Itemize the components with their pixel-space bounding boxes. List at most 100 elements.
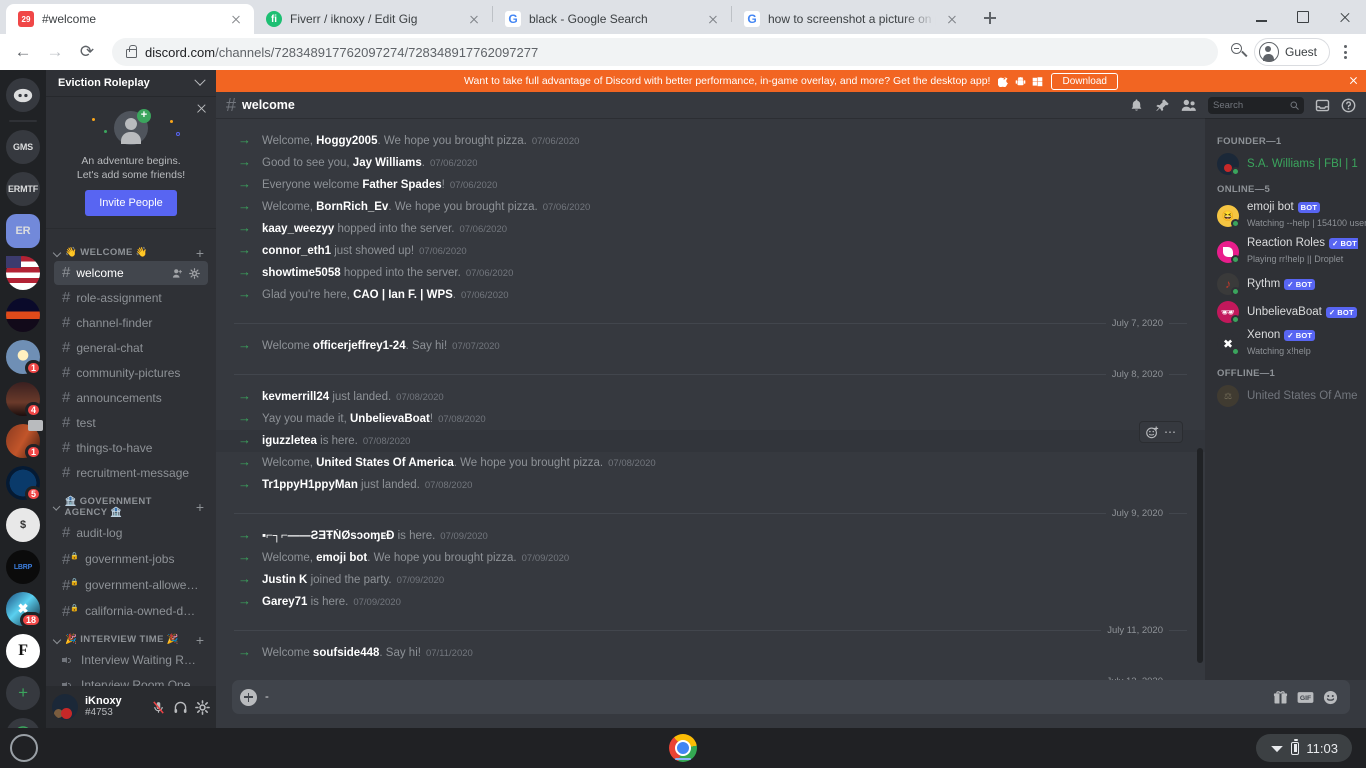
tab-close-icon[interactable] — [705, 11, 721, 27]
invite-people-button[interactable]: Invite People — [85, 190, 177, 216]
category-interview-time[interactable]: 🎉 INTERVIEW TIME 🎉 + — [46, 624, 216, 647]
guild-lspd[interactable]: 1 — [6, 340, 42, 376]
guild-x-art[interactable]: ✖ 18 — [6, 592, 42, 628]
message-username[interactable]: showtime5058 — [262, 267, 341, 279]
reload-icon[interactable]: ⟳ — [72, 37, 102, 67]
guild-money[interactable]: $ — [6, 508, 40, 542]
category-welcome[interactable]: 👋 WELCOME 👋 + — [46, 237, 216, 260]
message-input-value[interactable]: - — [265, 691, 1265, 703]
gif-icon[interactable]: GIF — [1297, 691, 1314, 704]
channel-government-allowed-vehicles[interactable]: #🔒 government-allowed-veh... — [54, 572, 208, 597]
scrollbar-thumb[interactable] — [1197, 448, 1203, 663]
create-channel-icon[interactable]: + — [196, 633, 208, 647]
create-channel-icon[interactable]: + — [196, 500, 208, 514]
message-username[interactable]: soufside448 — [313, 647, 379, 659]
tab-close-icon[interactable] — [466, 11, 482, 27]
channel-channel-finder[interactable]: # channel-finder — [54, 311, 208, 335]
channel-government-jobs[interactable]: #🔒 government-jobs — [54, 546, 208, 571]
tab-close-icon[interactable] — [228, 11, 244, 27]
message-username[interactable]: Tr1ppyH1ppyMan — [262, 479, 358, 491]
message-username[interactable]: Garey71 — [262, 596, 307, 608]
channel-test[interactable]: # test — [54, 411, 208, 435]
message-username[interactable]: Father Spades — [362, 179, 441, 191]
member-row[interactable]: 😆 emoji bot BOT Watching --help | 154100 … — [1205, 198, 1366, 234]
inbox-icon[interactable] — [1315, 98, 1330, 113]
browser-tab-google-screenshot[interactable]: G how to screenshot a picture on p — [732, 4, 970, 34]
new-tab-icon[interactable] — [976, 4, 1004, 32]
download-button[interactable]: Download — [1051, 72, 1118, 90]
member-row[interactable]: ♪ Rythm ✓ BOT — [1205, 270, 1366, 298]
browser-tab-fiverr[interactable]: fi Fiverr / iknoxy / Edit Gig — [254, 4, 492, 34]
guild-gms[interactable]: GMS — [6, 130, 40, 164]
forward-arrow-icon[interactable]: → — [40, 37, 70, 67]
help-icon[interactable] — [1341, 98, 1356, 113]
system-tray[interactable]: 11:03 — [1256, 734, 1352, 762]
message-username[interactable]: Hoggy2005 — [316, 135, 377, 147]
channel-california-owned-dealerships[interactable]: #🔒 california-owned-dealers... — [54, 598, 208, 623]
guild-f[interactable]: F — [6, 634, 40, 668]
category-government-agency[interactable]: 🏦 GOVERNMENT AGENCY 🏦 + — [46, 486, 216, 520]
guild-home-discord[interactable] — [6, 78, 40, 112]
guild-usa-flag[interactable] — [6, 256, 40, 290]
upload-attachment-icon[interactable] — [240, 688, 257, 706]
close-icon[interactable] — [1349, 76, 1358, 85]
guild-dark-art[interactable]: 4 — [6, 382, 42, 418]
invite-member-icon[interactable] — [172, 268, 183, 279]
channel-interview-room-one[interactable]: Interview Room One — [54, 673, 208, 686]
profile-chip[interactable]: Guest — [1253, 38, 1330, 66]
bell-icon[interactable] — [1129, 98, 1144, 113]
channel-things-to-have[interactable]: # things-to-have — [54, 436, 208, 460]
message-username[interactable]: United States Of America — [316, 457, 454, 469]
member-row[interactable]: S.A. Williams | FBI | 1E... — [1205, 150, 1366, 178]
close-icon[interactable] — [1324, 0, 1366, 34]
browser-tab-discord[interactable]: 29 #welcome — [6, 4, 254, 34]
message-username[interactable]: Jay Williams — [353, 157, 422, 169]
message-username[interactable]: connor_eth1 — [262, 245, 331, 257]
gear-icon[interactable] — [195, 699, 210, 715]
message-username[interactable]: UnbelievaBoat — [350, 413, 430, 425]
pin-icon[interactable] — [1155, 98, 1170, 113]
kebab-menu-icon[interactable] — [1332, 37, 1358, 67]
guild-er-selected[interactable]: ER — [6, 214, 40, 248]
tab-close-icon[interactable] — [944, 11, 960, 27]
message-username[interactable]: kevmerrill24 — [262, 391, 329, 403]
message-username[interactable]: iguzzletea — [262, 435, 317, 447]
message-input[interactable]: - GIF — [232, 680, 1350, 714]
mute-microphone-icon[interactable] — [151, 700, 166, 715]
message-username[interactable]: officerjeffrey1-24 — [313, 340, 406, 352]
channel-welcome[interactable]: # welcome — [54, 261, 208, 285]
add-reaction-icon[interactable] — [1144, 424, 1160, 440]
message-username[interactable]: emoji bot — [316, 552, 367, 564]
message-username[interactable]: kaay_weezyy — [262, 223, 334, 235]
maximize-icon[interactable] — [1282, 0, 1324, 34]
launcher-icon[interactable] — [10, 734, 38, 762]
member-row[interactable]: ⚖ United States Of Amer... — [1205, 382, 1366, 410]
member-row[interactable]: Reaction Roles ✓ BOT Playing rr!help || Dr… — [1205, 234, 1366, 270]
more-options-icon[interactable]: ⋯ — [1162, 424, 1178, 440]
message-username[interactable]: ▪⌐┐⌐——ƧƎŦŃØsɔoɱᴇÐ — [262, 530, 394, 542]
channel-interview-waiting-room[interactable]: Interview Waiting Room — [54, 648, 208, 672]
members-icon[interactable] — [1181, 98, 1197, 113]
message-username[interactable]: BornRich_Ev — [316, 201, 388, 213]
guild-hands-up[interactable]: 1 — [6, 420, 43, 460]
chrome-icon[interactable] — [669, 734, 697, 762]
guild-evolution[interactable]: 5 — [6, 466, 42, 502]
channel-announcements[interactable]: # announcements — [54, 386, 208, 410]
minimize-icon[interactable] — [1240, 0, 1282, 34]
avatar[interactable] — [52, 694, 78, 720]
channel-recruitment-message[interactable]: # recruitment-message — [54, 461, 208, 485]
guild-city-skyline[interactable] — [6, 298, 40, 332]
gift-icon[interactable] — [1273, 690, 1288, 705]
emoji-icon[interactable] — [1323, 690, 1338, 705]
channel-community-pictures[interactable]: # community-pictures — [54, 361, 208, 385]
create-channel-icon[interactable]: + — [196, 246, 208, 260]
channel-general-chat[interactable]: # general-chat — [54, 336, 208, 360]
browser-tab-google-black[interactable]: G black - Google Search — [493, 4, 731, 34]
channel-role-assignment[interactable]: # role-assignment — [54, 286, 208, 310]
guild-add-server-button[interactable]: + — [6, 676, 40, 710]
guild-explore-button[interactable] — [6, 718, 40, 728]
search-input[interactable]: Search — [1208, 96, 1304, 114]
member-row[interactable]: 🕶 UnbelievaBoat ✓ BOT — [1205, 298, 1366, 326]
back-arrow-icon[interactable]: ← — [8, 37, 38, 67]
server-header[interactable]: Eviction Roleplay — [46, 70, 216, 96]
